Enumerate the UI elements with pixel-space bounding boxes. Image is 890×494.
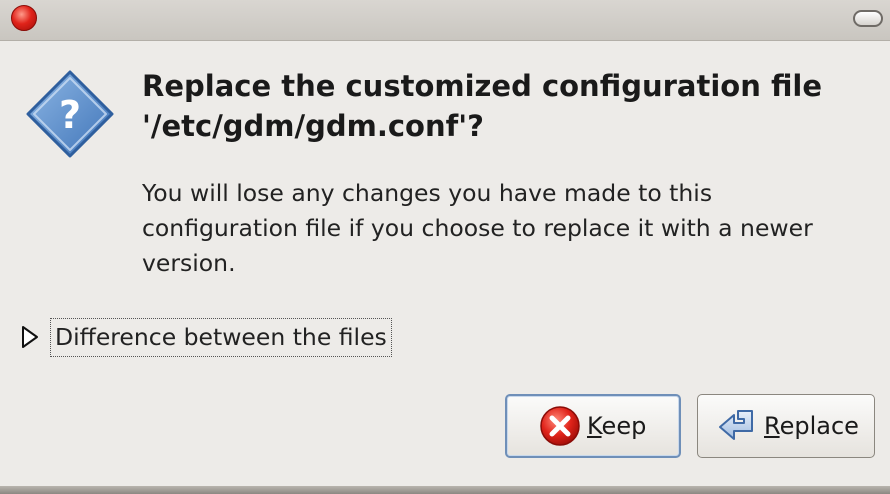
dialog-message: You will lose any changes you have made … xyxy=(142,176,872,281)
message-line: configuration file if you choose to repl… xyxy=(142,214,813,242)
window-shade-icon[interactable] xyxy=(853,10,883,27)
keep-label-rest: eep xyxy=(601,412,647,440)
question-diamond-icon: ? xyxy=(26,70,114,158)
title-bar[interactable] xyxy=(0,0,890,41)
cancel-icon xyxy=(540,406,580,446)
replace-arrow-icon xyxy=(719,410,753,440)
message-line: You will lose any changes you have made … xyxy=(142,179,713,207)
dialog-headline: Replace the customized configuration fil… xyxy=(142,66,882,146)
message-line: version. xyxy=(142,249,236,277)
confirm-dialog: ? Replace the customized configuration f… xyxy=(0,0,890,494)
svg-text:?: ? xyxy=(59,93,81,137)
replace-mnemonic: R xyxy=(764,412,780,440)
headline-line: '/etc/gdm/gdm.conf'? xyxy=(142,109,484,143)
triangle-right-icon[interactable] xyxy=(18,322,42,352)
replace-button[interactable]: Replace xyxy=(697,394,875,458)
headline-line: Replace the customized configuration fil… xyxy=(142,69,823,103)
window-bottom-border xyxy=(0,486,890,494)
keep-button-label: Keep xyxy=(587,412,646,440)
keep-button[interactable]: Keep xyxy=(505,394,681,458)
replace-label-rest: eplace xyxy=(779,412,859,440)
expander-label[interactable]: Difference between the files xyxy=(50,317,392,357)
replace-button-label: Replace xyxy=(764,412,859,440)
close-circle-icon[interactable] xyxy=(11,5,37,31)
diff-expander[interactable]: Difference between the files xyxy=(18,316,392,358)
keep-mnemonic: K xyxy=(587,412,602,440)
